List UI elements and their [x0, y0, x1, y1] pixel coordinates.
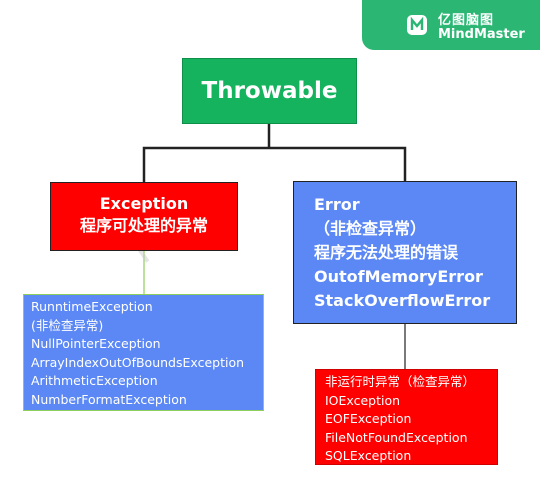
throwable-label: Throwable	[201, 78, 338, 104]
badge-en-label: MindMaster	[438, 27, 525, 42]
list-item: ArithmeticException	[31, 373, 158, 388]
list-item: RunntimeException	[31, 299, 153, 314]
list-item: (非检查异常)	[31, 317, 104, 333]
exception-node: Exception 程序可处理的异常	[50, 182, 238, 251]
list-item: IOException	[325, 392, 401, 408]
list-item: ArrayIndexOutOfBoundsException	[31, 354, 245, 370]
list-item: NullPointerException	[31, 336, 161, 351]
list-item: FileNotFoundException	[325, 429, 468, 445]
throwable-node: Throwable	[182, 58, 357, 124]
error-line: StackOverflowError	[314, 291, 491, 310]
mindmaster-logo-icon	[407, 15, 427, 35]
list-item: SQLException	[325, 448, 412, 463]
exception-children-node: RunntimeException (非检查异常) NullPointerExc…	[23, 294, 264, 411]
exception-title: Exception	[99, 194, 189, 213]
error-line: （非检查异常）	[314, 219, 427, 238]
badge-cn-label: 亿图脑图	[438, 13, 495, 28]
error-node: Error （非检查异常） 程序无法处理的错误 OutofMemoryError…	[293, 181, 517, 324]
error-line: Error	[314, 195, 360, 214]
list-item: 非运行时异常（检查异常）	[325, 374, 476, 389]
connector-root-branch	[142, 124, 407, 182]
list-item: NumberFormatException	[31, 391, 187, 407]
list-item: EOFException	[325, 411, 412, 426]
error-line: OutofMemoryError	[314, 267, 483, 286]
exception-subtitle: 程序可处理的异常	[79, 216, 208, 235]
error-line: 程序无法处理的错误	[314, 243, 459, 262]
error-children-node: 非运行时异常（检查异常） IOException EOFException Fi…	[315, 369, 498, 465]
mindmaster-badge: 亿图脑图 MindMaster	[362, 0, 540, 50]
